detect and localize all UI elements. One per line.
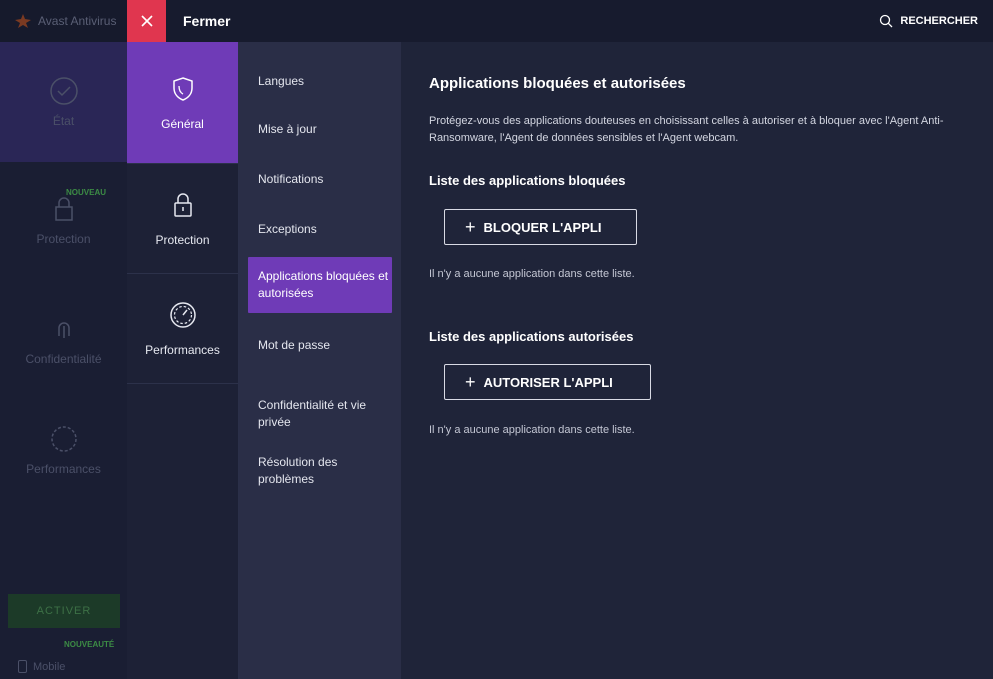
subnav-column: Langues Mise à jour Notifications Except… <box>239 42 401 679</box>
blocked-empty-message: Il n'y a aucune application dans cette l… <box>429 268 635 280</box>
subnav-item-confidentialite[interactable]: Confidentialité et vie privée <box>248 397 392 431</box>
avast-logo-icon <box>15 14 31 28</box>
category-label: Performances <box>145 342 220 357</box>
close-label[interactable]: Fermer <box>183 13 230 29</box>
subnav-item-mise-a-jour[interactable]: Mise à jour <box>248 121 392 138</box>
background-titlebar: Avast Antivirus <box>0 0 127 42</box>
subnav-item-mot-de-passe[interactable]: Mot de passe <box>248 337 392 354</box>
lock-icon <box>173 192 192 217</box>
content-area: Applications bloquées et autorisées Prot… <box>401 42 993 679</box>
search-icon <box>880 14 893 28</box>
page-title: Applications bloquées et autorisées <box>429 75 686 92</box>
fingerprint-icon <box>57 322 70 338</box>
allowed-list-title: Liste des applications autorisées <box>429 329 634 344</box>
new-badge: NOUVEAU <box>66 188 107 197</box>
search-label: RECHERCHER <box>900 15 978 27</box>
background-nav-protection: NOUVEAU Protection <box>36 188 107 246</box>
allowed-empty-message: Il n'y a aucune application dans cette l… <box>429 424 635 436</box>
block-app-button[interactable]: + BLOQUER L'APPLI <box>444 209 637 245</box>
gauge-icon <box>50 426 77 452</box>
settings-topbar: Fermer RECHERCHER <box>127 0 993 42</box>
page-description: Protégez-vous des applications douteuses… <box>429 115 944 144</box>
check-circle-icon <box>49 77 78 105</box>
category-label: Général <box>161 116 204 131</box>
subnav-item-notifications[interactable]: Notifications <box>248 171 392 188</box>
block-app-label: BLOQUER L'APPLI <box>483 219 602 235</box>
category-column: Général Protection Performances <box>127 42 239 679</box>
shield-icon <box>172 76 193 101</box>
blocked-list-title: Liste des applications bloquées <box>429 173 626 188</box>
phone-icon <box>18 660 27 673</box>
background-nav-confidentialite: Confidentialité <box>0 300 127 380</box>
search-button[interactable]: RECHERCHER <box>879 0 978 42</box>
category-label: Protection <box>155 232 210 247</box>
subnav-item-exceptions[interactable]: Exceptions <box>248 221 392 238</box>
subnav-item-resolution[interactable]: Résolution des problèmes <box>248 454 392 488</box>
background-app: Avast Antivirus État NOUVEAU Protection … <box>0 0 127 679</box>
settings-panel: Fermer RECHERCHER Général Protection Per… <box>127 0 993 679</box>
background-nav-etat: État <box>0 42 127 162</box>
background-nav-performances: Performances <box>0 410 127 490</box>
category-performances[interactable]: Performances <box>127 274 238 384</box>
plus-icon: + <box>465 216 476 237</box>
lock-icon <box>54 197 73 221</box>
category-protection[interactable]: Protection <box>127 164 238 274</box>
close-button[interactable] <box>127 0 166 42</box>
allow-app-label: AUTORISER L'APPLI <box>483 374 613 390</box>
background-app-title: Avast Antivirus <box>38 14 117 28</box>
allow-app-button[interactable]: + AUTORISER L'APPLI <box>444 364 651 400</box>
background-mobile-item: Mobile <box>18 660 65 673</box>
subnav-item-langues[interactable]: Langues <box>248 73 392 90</box>
subnav-item-applications[interactable]: Applications bloquées et autorisées <box>248 257 392 313</box>
plus-icon: + <box>465 371 476 392</box>
close-icon <box>140 15 153 27</box>
background-activate-button: ACTIVER <box>8 594 120 628</box>
category-general[interactable]: Général <box>127 42 238 164</box>
gauge-icon <box>169 301 196 328</box>
mobile-new-badge: NOUVEAUTÉ <box>64 640 115 649</box>
